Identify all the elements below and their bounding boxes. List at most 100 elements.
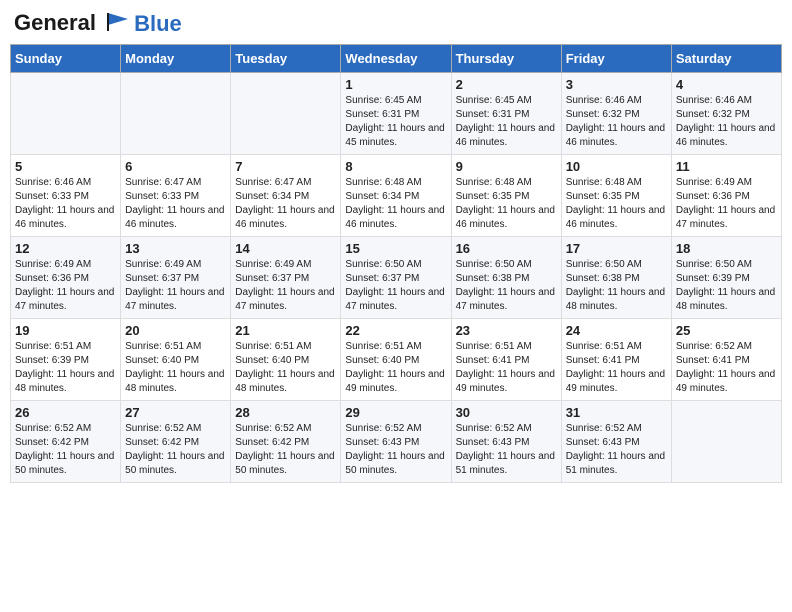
calendar-cell: 26Sunrise: 6:52 AMSunset: 6:42 PMDayligh… [11, 401, 121, 483]
day-number: 31 [566, 405, 667, 420]
calendar-cell: 22Sunrise: 6:51 AMSunset: 6:40 PMDayligh… [341, 319, 451, 401]
day-info: Sunrise: 6:52 AMSunset: 6:43 PMDaylight:… [345, 422, 446, 478]
calendar-cell [11, 73, 121, 155]
day-number: 16 [456, 241, 557, 256]
col-header-saturday: Saturday [671, 45, 781, 73]
day-info: Sunrise: 6:46 AMSunset: 6:33 PMDaylight:… [15, 176, 116, 232]
calendar-week-row: 1 Sunrise: 6:45 AMSunset: 6:31 PMDaylight… [11, 73, 782, 155]
calendar-cell: 5 Sunrise: 6:46 AMSunset: 6:33 PMDaylight… [11, 155, 121, 237]
day-number: 14 [235, 241, 336, 256]
calendar-cell: 2 Sunrise: 6:45 AMSunset: 6:31 PMDaylight… [451, 73, 561, 155]
day-number: 9 [456, 159, 557, 174]
col-header-thursday: Thursday [451, 45, 561, 73]
day-info: Sunrise: 6:49 AMSunset: 6:36 PMDaylight:… [15, 258, 116, 314]
day-number: 24 [566, 323, 667, 338]
day-number: 18 [676, 241, 777, 256]
day-info: Sunrise: 6:51 AMSunset: 6:40 PMDaylight:… [125, 340, 226, 396]
day-info: Sunrise: 6:52 AMSunset: 6:42 PMDaylight:… [125, 422, 226, 478]
calendar-cell: 4Sunrise: 6:46 AMSunset: 6:32 PMDaylight… [671, 73, 781, 155]
calendar-cell [121, 73, 231, 155]
day-info: Sunrise: 6:46 AMSunset: 6:32 PMDaylight:… [676, 94, 777, 150]
calendar-week-row: 26 Sunrise: 6:52 AMSunset: 6:42 PMDayligh… [11, 401, 782, 483]
day-number: 21 [235, 323, 336, 338]
day-number: 3 [566, 77, 667, 92]
day-info: Sunrise: 6:52 AMSunset: 6:43 PMDaylight:… [566, 422, 667, 478]
day-number: 19 [15, 323, 116, 338]
calendar-cell: 19 Sunrise: 6:51 AMSunset: 6:39 PMDayligh… [11, 319, 121, 401]
day-info: Sunrise: 6:45 AMSunset: 6:31 PMDaylight:… [456, 94, 557, 150]
day-info: Sunrise: 6:48 AMSunset: 6:34 PMDaylight:… [345, 176, 446, 232]
day-info: Sunrise: 6:52 AMSunset: 6:43 PMDaylight:… [456, 422, 557, 478]
calendar-cell: 8 Sunrise: 6:48 AMSunset: 6:34 PMDaylight… [341, 155, 451, 237]
calendar-cell: 31 Sunrise: 6:52 AMSunset: 6:43 PMDayligh… [561, 401, 671, 483]
day-number: 8 [345, 159, 446, 174]
day-number: 22 [345, 323, 446, 338]
calendar-table: SundayMondayTuesdayWednesdayThursdayFrid… [10, 44, 782, 483]
calendar-cell: 10 Sunrise: 6:48 AMSunset: 6:35 PMDayligh… [561, 155, 671, 237]
calendar-cell: 6Sunrise: 6:47 AMSunset: 6:33 PMDaylight… [121, 155, 231, 237]
calendar-week-row: 19 Sunrise: 6:51 AMSunset: 6:39 PMDayligh… [11, 319, 782, 401]
day-info: Sunrise: 6:49 AMSunset: 6:37 PMDaylight:… [235, 258, 336, 314]
day-info: Sunrise: 6:51 AMSunset: 6:40 PMDaylight:… [235, 340, 336, 396]
calendar-cell: 1 Sunrise: 6:45 AMSunset: 6:31 PMDaylight… [341, 73, 451, 155]
day-number: 1 [345, 77, 446, 92]
day-info: Sunrise: 6:49 AMSunset: 6:36 PMDaylight:… [676, 176, 777, 232]
col-header-tuesday: Tuesday [231, 45, 341, 73]
day-number: 5 [15, 159, 116, 174]
calendar-cell: 17 Sunrise: 6:50 AMSunset: 6:38 PMDayligh… [561, 237, 671, 319]
day-number: 25 [676, 323, 777, 338]
day-number: 15 [345, 241, 446, 256]
logo-general: General [14, 10, 96, 35]
day-info: Sunrise: 6:50 AMSunset: 6:38 PMDaylight:… [456, 258, 557, 314]
day-number: 11 [676, 159, 777, 174]
calendar-cell: 24 Sunrise: 6:51 AMSunset: 6:41 PMDayligh… [561, 319, 671, 401]
calendar-cell [671, 401, 781, 483]
col-header-friday: Friday [561, 45, 671, 73]
day-number: 30 [456, 405, 557, 420]
day-number: 13 [125, 241, 226, 256]
day-number: 17 [566, 241, 667, 256]
day-info: Sunrise: 6:52 AMSunset: 6:42 PMDaylight:… [235, 422, 336, 478]
calendar-cell: 30 Sunrise: 6:52 AMSunset: 6:43 PMDayligh… [451, 401, 561, 483]
calendar-cell: 16 Sunrise: 6:50 AMSunset: 6:38 PMDayligh… [451, 237, 561, 319]
calendar-cell: 15 Sunrise: 6:50 AMSunset: 6:37 PMDayligh… [341, 237, 451, 319]
logo: General Blue [14, 10, 182, 36]
calendar-cell: 20 Sunrise: 6:51 AMSunset: 6:40 PMDayligh… [121, 319, 231, 401]
calendar-cell: 7Sunrise: 6:47 AMSunset: 6:34 PMDaylight… [231, 155, 341, 237]
calendar-cell: 21 Sunrise: 6:51 AMSunset: 6:40 PMDayligh… [231, 319, 341, 401]
calendar-cell: 12 Sunrise: 6:49 AMSunset: 6:36 PMDayligh… [11, 237, 121, 319]
day-number: 26 [15, 405, 116, 420]
col-header-wednesday: Wednesday [341, 45, 451, 73]
calendar-cell: 3 Sunrise: 6:46 AMSunset: 6:32 PMDaylight… [561, 73, 671, 155]
day-number: 20 [125, 323, 226, 338]
day-number: 27 [125, 405, 226, 420]
logo-flag-icon [104, 11, 132, 33]
calendar-week-row: 12 Sunrise: 6:49 AMSunset: 6:36 PMDayligh… [11, 237, 782, 319]
col-header-sunday: Sunday [11, 45, 121, 73]
calendar-cell: 29 Sunrise: 6:52 AMSunset: 6:43 PMDayligh… [341, 401, 451, 483]
day-info: Sunrise: 6:49 AMSunset: 6:37 PMDaylight:… [125, 258, 226, 314]
logo-blue: Blue [134, 11, 182, 36]
day-info: Sunrise: 6:51 AMSunset: 6:39 PMDaylight:… [15, 340, 116, 396]
day-info: Sunrise: 6:50 AMSunset: 6:37 PMDaylight:… [345, 258, 446, 314]
calendar-cell: 23Sunrise: 6:51 AMSunset: 6:41 PMDayligh… [451, 319, 561, 401]
day-info: Sunrise: 6:47 AMSunset: 6:34 PMDaylight:… [235, 176, 336, 232]
day-info: Sunrise: 6:45 AMSunset: 6:31 PMDaylight:… [345, 94, 446, 150]
day-info: Sunrise: 6:50 AMSunset: 6:39 PMDaylight:… [676, 258, 777, 314]
calendar-cell: 14 Sunrise: 6:49 AMSunset: 6:37 PMDayligh… [231, 237, 341, 319]
page-header: General Blue [10, 10, 782, 36]
day-info: Sunrise: 6:50 AMSunset: 6:38 PMDaylight:… [566, 258, 667, 314]
day-number: 29 [345, 405, 446, 420]
calendar-cell: 11 Sunrise: 6:49 AMSunset: 6:36 PMDayligh… [671, 155, 781, 237]
day-info: Sunrise: 6:51 AMSunset: 6:41 PMDaylight:… [566, 340, 667, 396]
day-number: 2 [456, 77, 557, 92]
day-info: Sunrise: 6:46 AMSunset: 6:32 PMDaylight:… [566, 94, 667, 150]
day-number: 23 [456, 323, 557, 338]
day-number: 12 [15, 241, 116, 256]
calendar-cell: 28Sunrise: 6:52 AMSunset: 6:42 PMDayligh… [231, 401, 341, 483]
day-number: 10 [566, 159, 667, 174]
day-info: Sunrise: 6:48 AMSunset: 6:35 PMDaylight:… [566, 176, 667, 232]
calendar-cell: 25 Sunrise: 6:52 AMSunset: 6:41 PMDayligh… [671, 319, 781, 401]
day-number: 6 [125, 159, 226, 174]
day-info: Sunrise: 6:52 AMSunset: 6:41 PMDaylight:… [676, 340, 777, 396]
